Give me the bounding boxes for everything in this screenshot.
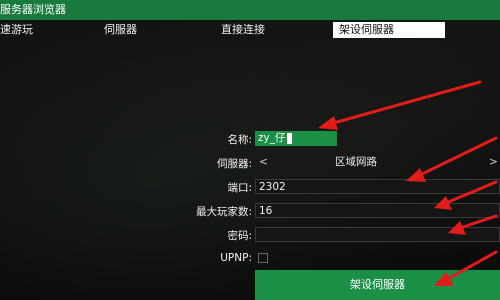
tab-servers[interactable]: 伺服器 [104,22,137,38]
server-name-field[interactable]: zy_仔 [255,131,337,146]
name-label: 名称: [227,134,252,146]
chevron-right-icon[interactable]: > [489,155,498,170]
max-players-field[interactable]: 16 [255,203,500,218]
password-label: 密码: [227,230,252,242]
port-label: 端口: [227,182,252,194]
text-cursor [287,132,293,144]
tab-host-server[interactable]: 架设伺服器 [333,22,445,38]
host-server-button[interactable]: 架设伺服器 [255,270,500,300]
server-label: 伺服器: [216,158,252,170]
upnp-label: UPNP: [220,252,252,264]
server-name-value: zy_仔 [258,132,286,144]
tab-quick-play[interactable]: 速游玩 [0,22,33,38]
upnp-checkbox[interactable] [258,253,268,263]
window-title: 服务器浏览器 [0,0,500,20]
server-type-value: 区域网路 [335,156,377,168]
tab-direct-connect[interactable]: 直接连接 [221,22,265,38]
port-field[interactable]: 2302 [255,179,500,194]
server-type-selector[interactable]: < 区域网路 > [255,155,500,170]
chevron-left-icon[interactable]: < [259,155,268,170]
tab-bar: 速游玩 伺服器 直接连接 架设伺服器 [0,20,500,38]
password-field[interactable] [255,227,500,242]
max-players-label: 最大玩家数: [195,206,252,218]
